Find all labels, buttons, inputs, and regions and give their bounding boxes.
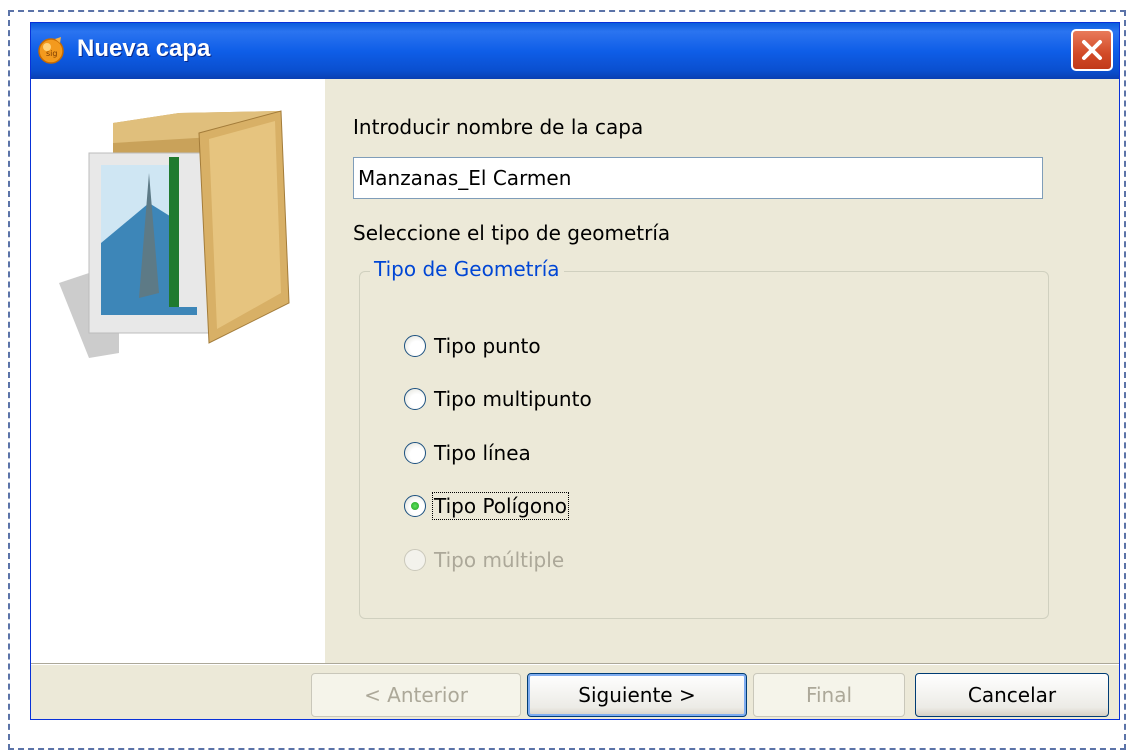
radio-line[interactable]: Tipo línea	[404, 441, 531, 465]
geometry-type-label: Seleccione el tipo de geometría	[353, 221, 671, 245]
wizard-content: Introducir nombre de la capa Seleccione …	[325, 79, 1119, 663]
radio-circle[interactable]	[404, 388, 426, 410]
window-title: Nueva capa	[77, 35, 211, 62]
radio-label: Tipo punto	[434, 334, 541, 358]
radio-polygon[interactable]: Tipo Polígono	[404, 492, 569, 520]
folder-images-icon	[59, 110, 290, 358]
radio-label: Tipo línea	[434, 441, 531, 465]
svg-text:sig: sig	[46, 49, 57, 58]
radio-label: Tipo Polígono	[432, 492, 569, 520]
radio-selected-dot	[411, 502, 419, 510]
radio-label: Tipo multipunto	[434, 387, 592, 411]
finish-button[interactable]: Final	[753, 673, 905, 717]
new-layer-dialog: sig Nueva capa Introducir nombre de la c…	[30, 22, 1120, 720]
radio-circle[interactable]	[404, 335, 426, 357]
previous-button[interactable]: < Anterior	[311, 673, 521, 717]
title-bar[interactable]: sig Nueva capa	[31, 23, 1119, 79]
close-icon	[1082, 40, 1102, 60]
radio-circle	[404, 549, 426, 571]
gvsig-logo-icon: sig	[35, 35, 67, 65]
next-button[interactable]: Siguiente >	[527, 673, 747, 717]
radio-point[interactable]: Tipo punto	[404, 334, 541, 358]
radio-label: Tipo múltiple	[434, 548, 565, 572]
layer-name-label: Introducir nombre de la capa	[353, 115, 644, 139]
wizard-image-panel	[31, 79, 325, 663]
radio-circle[interactable]	[404, 442, 426, 464]
radio-multipoint[interactable]: Tipo multipunto	[404, 387, 592, 411]
button-separator	[31, 663, 1119, 664]
radio-multiple: Tipo múltiple	[404, 548, 564, 572]
close-button[interactable]	[1071, 29, 1113, 71]
cancel-button[interactable]: Cancelar	[915, 673, 1109, 717]
geometry-group-title: Tipo de Geometría	[370, 257, 564, 281]
geometry-type-group: Tipo de Geometría Tipo punto Tipo multip…	[359, 257, 1049, 619]
radio-circle[interactable]	[404, 495, 426, 517]
layer-name-input[interactable]	[353, 157, 1043, 199]
